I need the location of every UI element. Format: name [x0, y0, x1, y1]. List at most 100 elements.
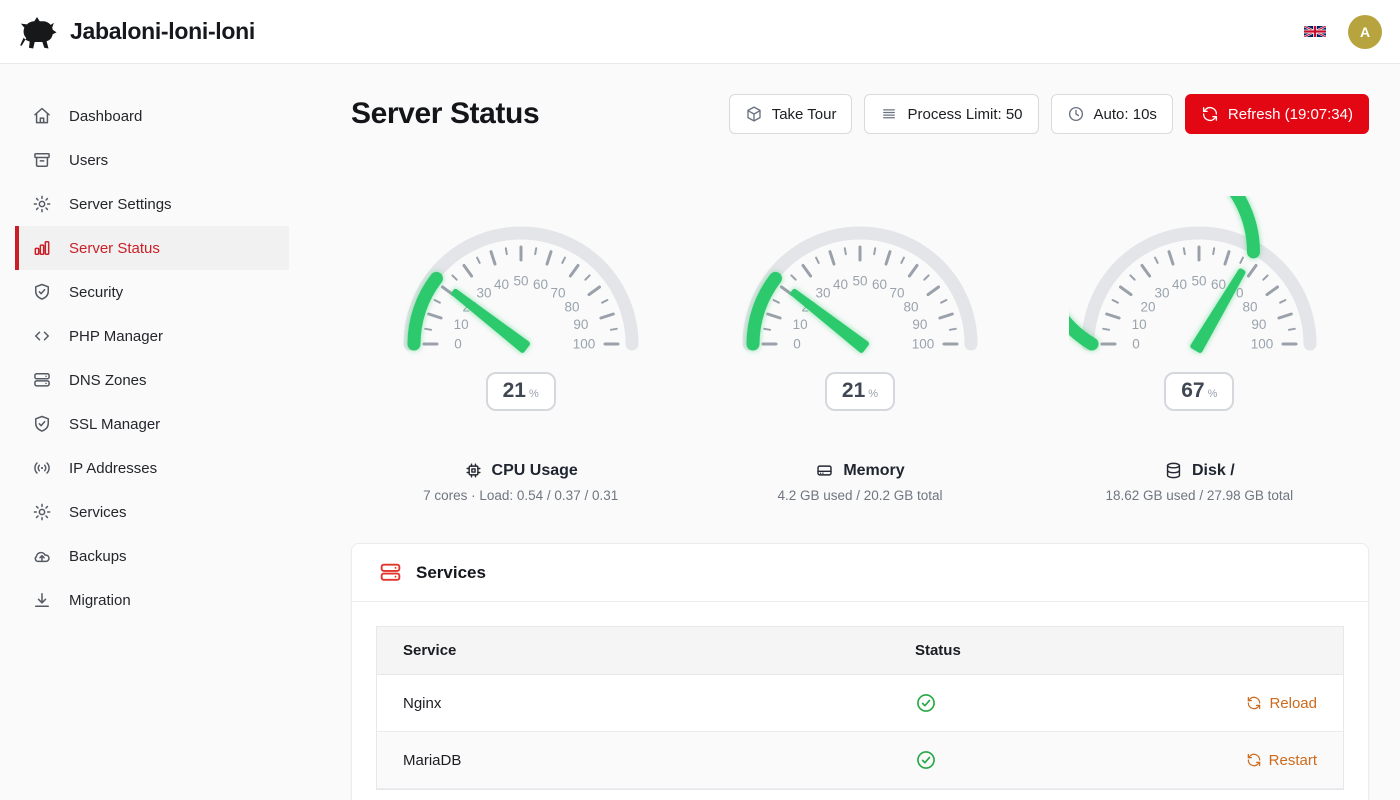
- sidebar-item-backups[interactable]: Backups: [15, 534, 289, 578]
- sidebar-item-label: Users: [69, 152, 108, 169]
- column-header-status: Status: [889, 642, 1123, 659]
- auto-label: Auto: 10s: [1094, 106, 1157, 123]
- take-tour-label: Take Tour: [772, 106, 837, 123]
- svg-text:70: 70: [889, 286, 904, 301]
- svg-text:90: 90: [912, 317, 927, 332]
- shield-icon: [32, 282, 52, 302]
- sidebar-item-users[interactable]: Users: [15, 138, 289, 182]
- gauge-title: Memory: [843, 462, 904, 480]
- gauge-value-badge: 21%: [486, 372, 556, 411]
- sidebar-item-ssl-manager[interactable]: SSL Manager: [15, 402, 289, 446]
- take-tour-button[interactable]: Take Tour: [729, 94, 853, 134]
- list-icon: [880, 105, 898, 123]
- svg-text:80: 80: [903, 300, 918, 315]
- uk-flag-icon[interactable]: [1304, 24, 1326, 39]
- sidebar-item-dashboard[interactable]: Dashboard: [15, 94, 289, 138]
- sidebar-item-migration[interactable]: Migration: [15, 578, 289, 622]
- sidebar-item-label: Server Status: [69, 240, 160, 257]
- sidebar-item-label: Services: [69, 504, 127, 521]
- app-header: Jabaloni-loni-loni A: [0, 0, 1400, 64]
- svg-text:50: 50: [513, 274, 528, 289]
- table-header-row: Service Status: [377, 627, 1343, 675]
- svg-text:30: 30: [815, 286, 830, 301]
- toolbar: Take Tour Process Limit: 50 Auto: 10s Re…: [729, 94, 1369, 134]
- gauge-cpu-usage: 010203040506070809010021%CPU Usage7 core…: [351, 196, 690, 503]
- svg-text:100: 100: [912, 337, 935, 352]
- sidebar-item-services[interactable]: Services: [15, 490, 289, 534]
- svg-text:40: 40: [833, 277, 848, 292]
- svg-text:60: 60: [1211, 277, 1226, 292]
- process-limit-label: Process Limit: 50: [907, 106, 1022, 123]
- restart-action-link[interactable]: Restart: [1246, 752, 1317, 769]
- svg-text:40: 40: [494, 277, 509, 292]
- database-icon: [1164, 461, 1183, 480]
- server-icon: [32, 370, 52, 390]
- column-header-service: Service: [377, 642, 889, 659]
- refresh-icon: [1246, 752, 1262, 768]
- boar-logo: [14, 15, 60, 49]
- refresh-icon: [1201, 105, 1219, 123]
- sidebar-item-label: SSL Manager: [69, 416, 160, 433]
- gear-icon: [32, 502, 52, 522]
- gauge-dial: 0102030405060708090100: [1069, 196, 1329, 363]
- gauge-value: 67: [1181, 379, 1204, 403]
- services-table: Service Status NginxReload MariaDB Restart: [376, 626, 1344, 790]
- table-row-nginx: NginxReload: [377, 675, 1343, 732]
- reload-action-link[interactable]: Reload: [1246, 695, 1317, 712]
- sidebar-item-dns-zones[interactable]: DNS Zones: [15, 358, 289, 402]
- gauge-value: 21: [503, 379, 526, 403]
- gauge-value-badge: 67%: [1164, 372, 1234, 411]
- process-limit-button[interactable]: Process Limit: 50: [864, 94, 1038, 134]
- svg-text:30: 30: [476, 286, 491, 301]
- gauge-value-badge: 21%: [825, 372, 895, 411]
- avatar[interactable]: A: [1348, 15, 1382, 49]
- svg-text:0: 0: [793, 337, 801, 352]
- svg-text:50: 50: [1192, 274, 1207, 289]
- sidebar: Dashboard Users Server Settings Server Stat…: [0, 64, 304, 800]
- svg-text:20: 20: [1141, 300, 1156, 315]
- broadcast-icon: [32, 458, 52, 478]
- gauge-unit: %: [1208, 388, 1218, 400]
- svg-text:10: 10: [453, 317, 468, 332]
- sidebar-item-php-manager[interactable]: PHP Manager: [15, 314, 289, 358]
- gauge-dial: 0102030405060708090100: [730, 196, 990, 363]
- code-icon: [32, 326, 52, 346]
- gauge-title: Disk /: [1192, 462, 1235, 480]
- svg-text:30: 30: [1155, 286, 1170, 301]
- table-row-mariadb: MariaDB Restart: [377, 732, 1343, 789]
- svg-text:50: 50: [852, 274, 867, 289]
- services-card-title: Services: [416, 563, 486, 583]
- gauges-row: 010203040506070809010021%CPU Usage7 core…: [351, 196, 1369, 503]
- cpu-icon: [464, 461, 483, 480]
- sidebar-item-label: Backups: [69, 548, 127, 565]
- gauge-memory: 010203040506070809010021%Memory4.2 GB us…: [690, 196, 1029, 503]
- gauge-subtitle: 7 cores · Load: 0.54 / 0.37 / 0.31: [423, 488, 618, 503]
- sidebar-item-label: Security: [69, 284, 123, 301]
- bar-chart-icon: [32, 238, 52, 258]
- svg-text:10: 10: [1132, 317, 1147, 332]
- users-icon: [32, 150, 52, 170]
- sidebar-item-security[interactable]: Security: [15, 270, 289, 314]
- svg-text:100: 100: [1251, 337, 1274, 352]
- cube-icon: [745, 105, 763, 123]
- refresh-button[interactable]: Refresh (19:07:34): [1185, 94, 1369, 134]
- svg-text:0: 0: [454, 337, 462, 352]
- svg-text:90: 90: [1252, 317, 1267, 332]
- clock-icon: [1067, 105, 1085, 123]
- app-title: Jabaloni-loni-loni: [70, 18, 255, 45]
- svg-text:10: 10: [793, 317, 808, 332]
- memory-icon: [815, 461, 834, 480]
- svg-text:70: 70: [550, 286, 565, 301]
- gauge-disk: 010203040506070809010067%Disk /18.62 GB …: [1030, 196, 1369, 503]
- download-icon: [32, 590, 52, 610]
- gauge-dial: 0102030405060708090100: [391, 196, 651, 363]
- sidebar-item-server-status[interactable]: Server Status: [15, 226, 289, 270]
- sidebar-item-server-settings[interactable]: Server Settings: [15, 182, 289, 226]
- sidebar-item-ip-addresses[interactable]: IP Addresses: [15, 446, 289, 490]
- svg-text:0: 0: [1133, 337, 1141, 352]
- refresh-label: Refresh (19:07:34): [1228, 106, 1353, 123]
- service-name: MariaDB: [377, 752, 889, 769]
- sidebar-item-label: DNS Zones: [69, 372, 147, 389]
- auto-refresh-button[interactable]: Auto: 10s: [1051, 94, 1173, 134]
- sidebar-item-label: PHP Manager: [69, 328, 163, 345]
